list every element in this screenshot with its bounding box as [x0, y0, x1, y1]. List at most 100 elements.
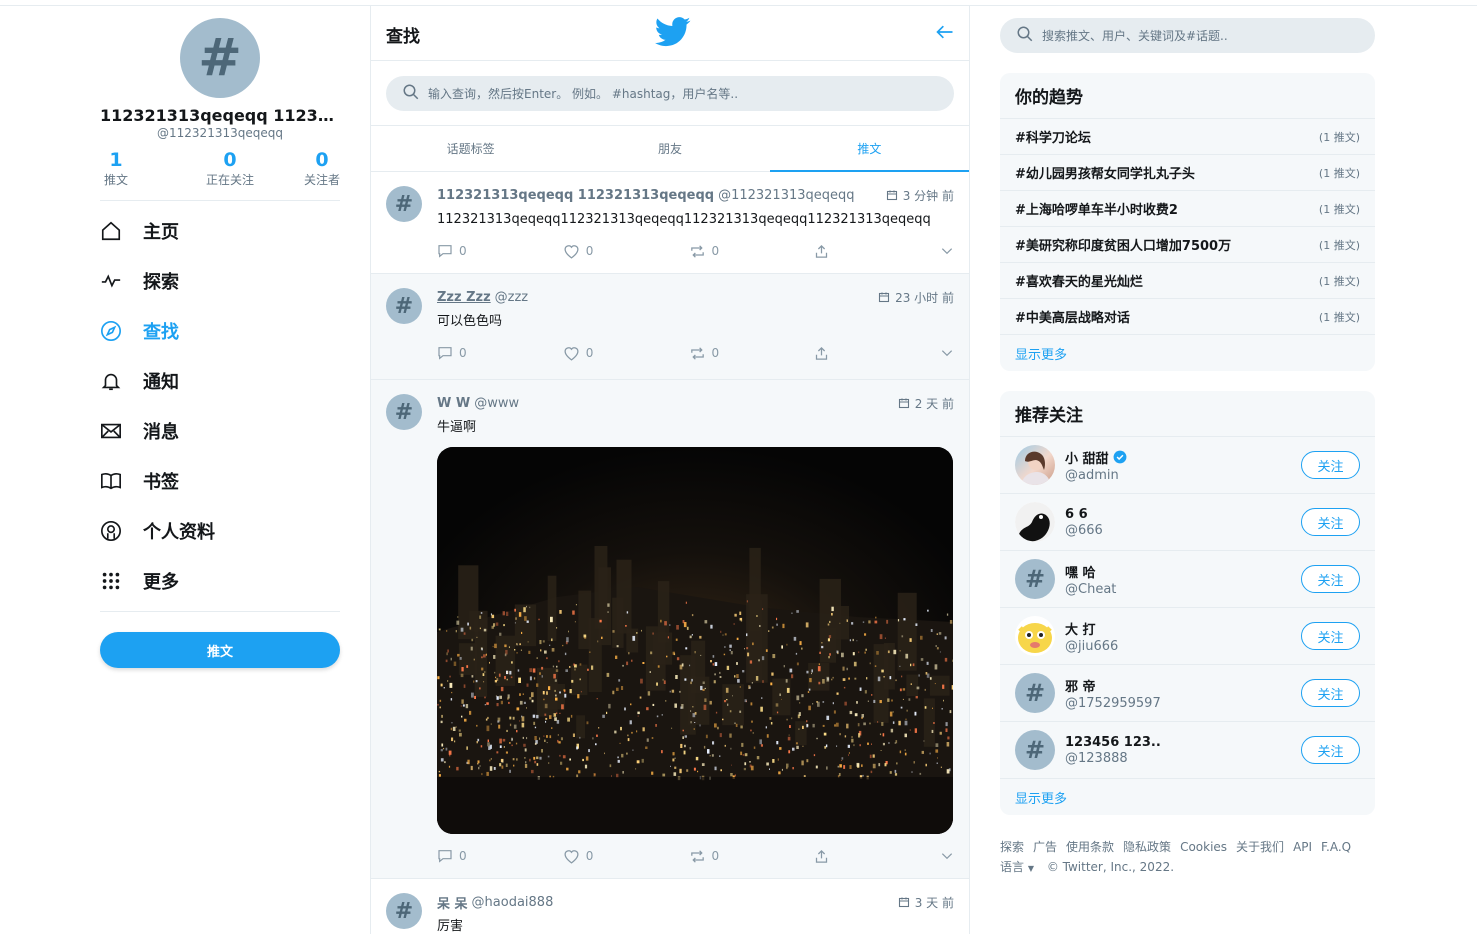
profile-name[interactable]: 112321313qeqeqq 1123213...: [100, 106, 340, 125]
stat-followers[interactable]: 0 关注者: [304, 150, 340, 188]
footer-link[interactable]: 隐私政策: [1123, 840, 1171, 854]
nav-item-bookmarks[interactable]: 书签: [100, 456, 340, 506]
tweet-item[interactable]: # 112321313qeqeqq 112321313qeqeqq @11232…: [371, 172, 969, 274]
nav-item-more[interactable]: 更多: [100, 556, 340, 606]
global-search-input[interactable]: [1042, 28, 1375, 43]
tweet-menu-button[interactable]: [940, 244, 954, 258]
caret-down-icon: ▼: [1027, 864, 1034, 873]
footer-link[interactable]: API: [1293, 840, 1312, 854]
tweet-menu-button[interactable]: [940, 346, 954, 360]
trends-show-more-link[interactable]: 显示更多: [1000, 335, 1375, 371]
search-box[interactable]: [386, 76, 954, 111]
stat-tweets[interactable]: 1 推文: [100, 150, 132, 188]
trend-item[interactable]: #科学刀论坛 (1 推文): [1000, 119, 1375, 155]
tweet-author-name[interactable]: 112321313qeqeqq 112321313qeqeqq: [437, 188, 714, 203]
follow-name[interactable]: 小 甜甜: [1065, 448, 1109, 467]
profile-handle: @112321313qeqeqq: [157, 126, 283, 140]
trend-item[interactable]: #喜欢春天的星光灿烂 (1 推文): [1000, 263, 1375, 299]
follow-name[interactable]: 邪 帝: [1065, 676, 1161, 695]
footer-link[interactable]: 广告: [1033, 840, 1057, 854]
tweet-item[interactable]: # Zzz Zzz @zzz 23 小时 前 可以色色吗 0 0 0: [371, 274, 969, 380]
nav-item-explore[interactable]: 探索: [100, 256, 340, 306]
trend-item[interactable]: #上海哈啰单车半小时收费2 (1 推文): [1000, 191, 1375, 227]
share-button[interactable]: [814, 346, 940, 361]
nav-item-home[interactable]: 主页: [100, 206, 340, 256]
tab-tweets[interactable]: 推文: [769, 126, 969, 172]
nav-item-find[interactable]: 查找: [100, 306, 340, 356]
retweet-button[interactable]: 0: [689, 345, 815, 362]
user-avatar-photo[interactable]: [1015, 445, 1055, 485]
tweet-author-name[interactable]: Zzz Zzz: [437, 290, 491, 305]
nav-item-messages[interactable]: 消息: [100, 406, 340, 456]
tab-friends[interactable]: 朋友: [570, 126, 769, 171]
tweet-item[interactable]: # 呆 呆 @haodai888 3 天 前 厉害: [371, 879, 969, 934]
tweet-image-night-city[interactable]: [437, 447, 953, 834]
search-input[interactable]: [428, 86, 954, 101]
share-icon: [816, 849, 828, 863]
follow-handle: @666: [1065, 522, 1103, 538]
footer-link[interactable]: 探索: [1000, 840, 1024, 854]
tweet-author-name[interactable]: 呆 呆: [437, 893, 468, 912]
like-button[interactable]: 0: [563, 345, 689, 362]
follow-button[interactable]: 关注: [1301, 679, 1360, 707]
nav-item-profile[interactable]: 个人资料: [100, 506, 340, 556]
follow-button[interactable]: 关注: [1301, 451, 1360, 479]
reply-button[interactable]: 0: [437, 848, 563, 864]
trend-item[interactable]: #幼儿园男孩帮女同学扎丸子头 (1 推文): [1000, 155, 1375, 191]
stat-following[interactable]: 0 正在关注: [206, 150, 254, 188]
tweet-author-handle: @haodai888: [471, 894, 554, 910]
retweet-count: 0: [711, 346, 720, 360]
footer-link[interactable]: 关于我们: [1236, 840, 1284, 854]
follow-button[interactable]: 关注: [1301, 565, 1360, 593]
profile-avatar[interactable]: #: [180, 18, 260, 98]
follow-handle: @1752959597: [1065, 695, 1161, 711]
follow-button[interactable]: 关注: [1301, 508, 1360, 536]
share-button[interactable]: [814, 849, 940, 864]
user-avatar[interactable]: #: [1015, 559, 1055, 599]
user-avatar-photo[interactable]: [1015, 502, 1055, 542]
follow-name[interactable]: 123456 123..: [1065, 735, 1161, 750]
tweet-menu-button[interactable]: [940, 849, 954, 863]
twitter-bird-icon[interactable]: [654, 16, 691, 52]
tab-hashtags[interactable]: 话题标签: [371, 126, 570, 171]
footer-link[interactable]: Cookies: [1180, 840, 1227, 854]
retweet-icon: [690, 849, 704, 863]
right-sidebar: 你的趋势 #科学刀论坛 (1 推文) #幼儿园男孩帮女同学扎丸子头 (1 推文) #…: [1000, 18, 1375, 879]
footer-link[interactable]: F.A.Q: [1321, 840, 1351, 854]
user-avatar-photo[interactable]: [1015, 616, 1055, 656]
tweet-text: 厉害: [437, 919, 464, 934]
tweet-avatar[interactable]: #: [386, 186, 422, 222]
tweet-item[interactable]: # W W @www 2 天 前 牛逼啊 0 0 0: [371, 380, 969, 879]
retweet-button[interactable]: 0: [689, 243, 815, 260]
search-tabs: 话题标签 朋友 推文: [371, 126, 969, 172]
footer-link[interactable]: 使用条款: [1066, 840, 1114, 854]
share-button[interactable]: [814, 244, 940, 259]
tweet-author-name[interactable]: W W: [437, 396, 470, 411]
user-avatar[interactable]: #: [1015, 673, 1055, 713]
nav-label: 探索: [143, 272, 179, 293]
calendar-icon: [879, 292, 890, 303]
like-button[interactable]: 0: [563, 848, 689, 865]
tweet-avatar[interactable]: #: [386, 288, 422, 324]
trend-item[interactable]: #中美高层战略对话 (1 推文): [1000, 299, 1375, 335]
tweet-time: 2 天 前: [898, 395, 954, 412]
language-dropdown[interactable]: 语言 ▼: [1000, 860, 1034, 874]
reply-button[interactable]: 0: [437, 243, 563, 259]
reply-button[interactable]: 0: [437, 345, 563, 361]
global-search-box[interactable]: [1000, 18, 1375, 53]
nav-item-notifications[interactable]: 通知: [100, 356, 340, 406]
like-button[interactable]: 0: [563, 243, 689, 260]
follow-show-more-link[interactable]: 显示更多: [1000, 779, 1375, 815]
tweet-avatar[interactable]: #: [386, 394, 422, 430]
follow-name[interactable]: 大 打: [1065, 619, 1118, 638]
trend-item[interactable]: #美研究称印度贫困人口增加7500万 (1 推文): [1000, 227, 1375, 263]
follow-button[interactable]: 关注: [1301, 622, 1360, 650]
follow-name[interactable]: 6 6: [1065, 507, 1103, 522]
compose-tweet-button[interactable]: 推文: [100, 632, 340, 668]
tweet-avatar[interactable]: #: [386, 893, 422, 929]
follow-button[interactable]: 关注: [1301, 736, 1360, 764]
follow-name[interactable]: 嘿 哈: [1065, 562, 1116, 581]
back-arrow-icon[interactable]: [935, 22, 955, 46]
user-avatar[interactable]: #: [1015, 730, 1055, 770]
retweet-button[interactable]: 0: [689, 848, 815, 865]
